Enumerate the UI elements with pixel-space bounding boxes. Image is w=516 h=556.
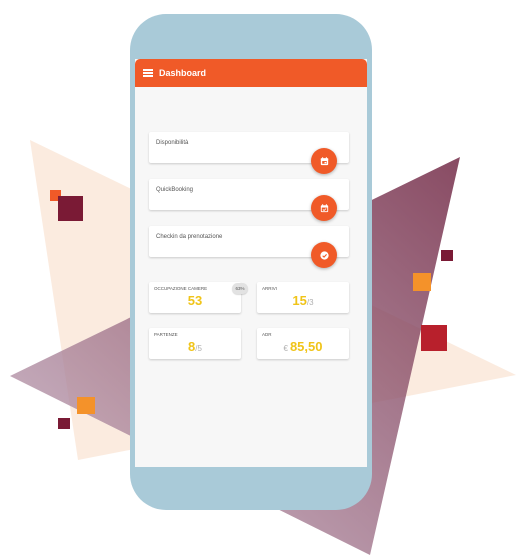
deco-square (421, 325, 447, 351)
calendar-icon (320, 156, 328, 165)
arrivals-label: ARRIVI (262, 286, 278, 291)
occupancy-number: 53 (187, 293, 203, 308)
occupancy-card: OCCUPAZIONE CAMERE 53 63% (149, 282, 248, 313)
calendar-check-icon (320, 203, 328, 212)
quickbooking-button[interactable] (311, 195, 337, 221)
availability-button[interactable] (311, 148, 337, 174)
adr-value: €85,50 (257, 339, 349, 354)
deco-square (58, 418, 70, 429)
availability-card[interactable]: Disponibilità (149, 132, 349, 174)
page-title: Dashboard (159, 68, 207, 78)
occupancy-percent-badge: 63% (232, 283, 248, 294)
occupancy-label: OCCUPAZIONE CAMERE (154, 286, 208, 291)
arrivals-card: ARRIVI 15/3 (257, 282, 349, 313)
checkin-card[interactable]: Checkin da prenotazione (149, 226, 349, 268)
deco-square (413, 273, 431, 291)
deco-square (58, 196, 83, 221)
checkin-label: Checkin da prenotazione (156, 234, 223, 240)
deco-square (77, 397, 95, 414)
checkin-button[interactable] (311, 242, 337, 268)
app-screen: Dashboard Disponibilità QuickBooking Che… (135, 59, 367, 467)
departures-label: PARTENZE (154, 332, 178, 337)
deco-square (441, 250, 453, 261)
departures-card: PARTENZE 8/5 (149, 328, 241, 359)
arrivals-value: 15/3 (257, 293, 349, 308)
check-circle-icon (319, 250, 329, 260)
departures-total: /5 (195, 344, 202, 353)
departures-value: 8/5 (149, 339, 241, 354)
quickbooking-card[interactable]: QuickBooking (149, 179, 349, 221)
occupancy-value: 53 (149, 293, 241, 308)
adr-number: 85,50 (289, 339, 323, 354)
quickbooking-label: QuickBooking (156, 187, 194, 193)
adr-card: ADR €85,50 (257, 328, 349, 359)
availability-label: Disponibilità (156, 140, 189, 146)
arrivals-total: /3 (306, 298, 314, 307)
hamburger-menu-icon[interactable] (143, 69, 153, 77)
adr-currency: € (283, 344, 288, 353)
arrivals-number: 15 (292, 293, 307, 308)
adr-label: ADR (262, 332, 272, 337)
app-bar: Dashboard (135, 59, 367, 87)
